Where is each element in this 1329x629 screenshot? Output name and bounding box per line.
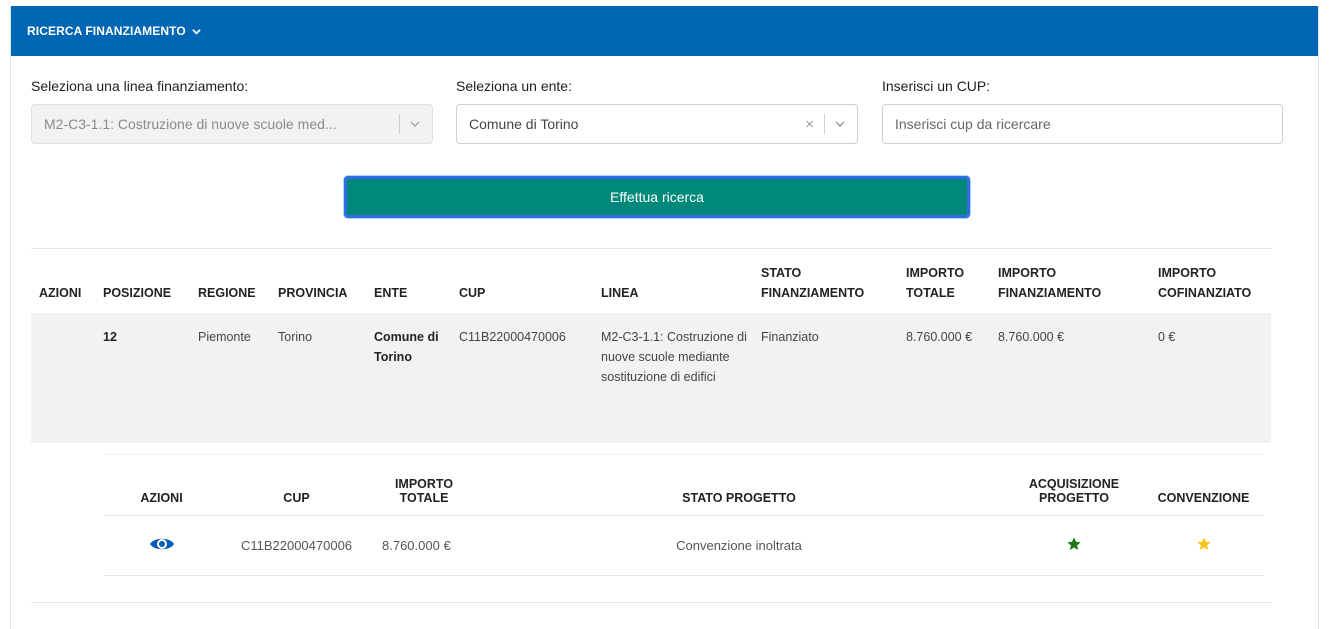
ente-select[interactable]: Comune di Torino × (456, 104, 858, 144)
cell-linea: M2-C3-1.1: Costruzione di nuove scuole m… (601, 330, 747, 384)
col-header: LINEA (601, 286, 639, 300)
chevron-down-icon (410, 121, 420, 127)
panel-title: RICERCA FINANZIAMENTO (27, 24, 186, 38)
star-icon (1196, 537, 1211, 550)
col-header: AZIONI (140, 491, 183, 505)
cell-azioni (104, 535, 219, 556)
col-header: IMPORTO TOTALE (394, 477, 454, 505)
col-header: CUP (283, 491, 310, 505)
linea-label: Seleziona una linea finanziamento: (31, 78, 249, 94)
cell-posizione: 12 (103, 330, 117, 344)
ente-value: Comune di Torino (469, 116, 579, 132)
cell-acquisizione (1004, 536, 1144, 555)
divider (31, 602, 1271, 603)
linea-filter: Seleziona una linea finanziamento: M2-C3… (31, 78, 433, 144)
cell-importo-finanziamento: 8.760.000 € (998, 330, 1065, 344)
panel-header[interactable]: RICERCA FINANZIAMENTO (11, 6, 1318, 56)
search-button[interactable]: Effettua ricerca (344, 176, 970, 218)
chevron-down-icon[interactable] (835, 120, 845, 128)
col-header: IMPORTO FINANZIAMENTO (998, 266, 1102, 300)
clear-icon[interactable]: × (805, 116, 814, 133)
eye-icon[interactable] (149, 535, 175, 553)
cell-stato-progetto: Convenzione inoltrata (676, 538, 802, 553)
chevron-down-icon (192, 28, 201, 35)
progetti-subtable: AZIONI CUP IMPORTO TOTALE STATO PROGETTO… (104, 454, 1263, 576)
col-header: PROVINCIA (278, 286, 348, 300)
table-row: C11B22000470006 8.760.000 € Convenzione … (104, 516, 1263, 576)
col-header: ENTE (374, 286, 408, 300)
star-icon (1067, 537, 1081, 550)
ente-filter: Seleziona un ente: Comune di Torino × (456, 78, 858, 144)
col-header: AZIONI (39, 286, 82, 300)
select-separator (399, 114, 400, 134)
linea-select[interactable]: M2-C3-1.1: Costruzione di nuove scuole m… (31, 104, 433, 144)
ricerca-finanziamento-panel: RICERCA FINANZIAMENTO Seleziona una line… (10, 6, 1319, 629)
col-header: ACQUISIZIONE PROGETTO (1028, 477, 1120, 505)
cell-importo-cofinanziato: 0 € (1158, 330, 1176, 344)
cup-input[interactable]: Inserisci cup da ricercare (882, 104, 1283, 144)
cell-cup: C11B22000470006 (240, 538, 353, 553)
cell-importo-totale: 8.760.000 € (906, 330, 973, 344)
filters-row: Seleziona una linea finanziamento: M2-C3… (31, 78, 1293, 148)
col-header: POSIZIONE (103, 286, 172, 300)
cell-cup: C11B22000470006 (459, 330, 566, 344)
ente-label: Seleziona un ente: (456, 78, 572, 94)
col-header: REGIONE (198, 286, 256, 300)
col-header: IMPORTO TOTALE (906, 266, 965, 300)
cell-convenzione (1144, 536, 1263, 555)
col-header: CONVENZIONE (1157, 491, 1250, 505)
cell-stato: Finanziato (761, 330, 819, 344)
col-header: IMPORTO COFINANZIATO (1158, 266, 1252, 300)
select-separator (824, 114, 825, 134)
subtable-header: AZIONI CUP IMPORTO TOTALE STATO PROGETTO… (104, 454, 1263, 516)
linea-value: M2-C3-1.1: Costruzione di nuove scuole m… (44, 116, 337, 132)
cup-label: Inserisci un CUP: (882, 78, 991, 94)
col-header: CUP (459, 286, 486, 300)
results-table: AZIONI POSIZIONE REGIONE PROVINCIA ENTE … (31, 248, 1271, 443)
table-row[interactable]: 12 Piemonte Torino Comune di Torino C11B… (31, 313, 1271, 443)
table-header: AZIONI POSIZIONE REGIONE PROVINCIA ENTE … (31, 249, 1271, 313)
cup-filter: Inserisci un CUP: Inserisci cup da ricer… (882, 78, 1283, 144)
cell-importo-totale: 8.760.000 € (382, 538, 451, 553)
cell-azioni (31, 327, 95, 443)
col-header: STATO PROGETTO (682, 491, 796, 505)
cell-regione: Piemonte (198, 330, 251, 344)
col-header: STATO FINANZIAMENTO (761, 266, 865, 300)
cell-ente: Comune di Torino (374, 330, 439, 364)
cell-provincia: Torino (278, 330, 313, 344)
